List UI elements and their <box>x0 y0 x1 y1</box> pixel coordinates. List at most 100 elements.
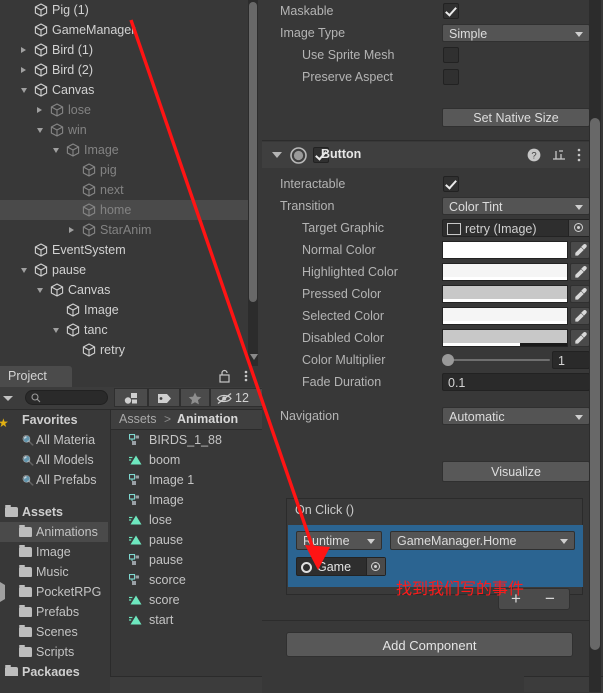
hierarchy-item-gamemanager[interactable]: GameManager <box>0 20 248 40</box>
asset-item[interactable]: Image <box>111 490 262 510</box>
kebab-menu-icon[interactable] <box>240 369 252 383</box>
on-click-runtime-mode-dropdown[interactable]: Runtime <box>296 531 382 550</box>
asset-list[interactable]: BIRDS_1_88 boom Image 1 Image lose pause pause… <box>111 430 262 630</box>
on-click-object-field[interactable]: Game <box>296 557 386 576</box>
button-color-multiplier-slider-knob[interactable] <box>442 354 454 366</box>
add-component-button[interactable]: Add Component <box>286 632 573 657</box>
button-highlighted-color-color-field[interactable] <box>442 263 568 281</box>
object-picker-icon[interactable] <box>568 220 589 236</box>
asset-item[interactable]: start <box>111 610 262 630</box>
inspector-scrollbar[interactable] <box>589 0 601 692</box>
project-tree-item-prefabs[interactable]: Prefabs <box>0 602 108 622</box>
project-tree-item-scenes[interactable]: Scenes <box>0 622 108 642</box>
project-tree-item-all-prefabs[interactable]: 🔍 All Prefabs <box>0 470 108 490</box>
hierarchy-item-canvas[interactable]: Canvas <box>0 80 248 100</box>
project-tree-item-scripts[interactable]: Scripts <box>0 642 108 662</box>
hierarchy-item-eventsystem[interactable]: EventSystem <box>0 240 248 260</box>
hierarchy-item-pig[interactable]: pig <box>0 160 248 180</box>
eyedropper-icon[interactable] <box>570 307 590 325</box>
preset-icon[interactable] <box>552 148 566 162</box>
hierarchy-scroll-down-icon[interactable] <box>248 350 260 364</box>
search-input[interactable] <box>25 390 108 405</box>
foldout-open-icon[interactable] <box>52 320 63 340</box>
hierarchy-panel[interactable]: Pig (1) GameManager Bird (1) Bird (2) Canvas… <box>0 0 262 366</box>
image-use-sprite-mesh-checkbox[interactable] <box>443 47 459 63</box>
hierarchy-item-image[interactable]: Image <box>0 140 248 160</box>
project-tree-item-favorites[interactable]: ★ Favorites <box>0 410 108 430</box>
eyedropper-icon[interactable] <box>570 241 590 259</box>
hierarchy-item-bird-2[interactable]: Bird (2) <box>0 60 248 80</box>
lock-icon[interactable] <box>218 369 231 383</box>
project-asset-pane[interactable]: Assets > Animation BIRDS_1_88 boom Image 1… <box>110 410 262 692</box>
project-tree-item-music[interactable]: Music <box>0 562 108 582</box>
project-folder-tree[interactable]: ★ Favorites 🔍 All Materia 🔍 All Models 🔍 All Pr… <box>0 410 108 692</box>
breadcrumb-assets[interactable]: Assets <box>119 412 157 426</box>
asset-item[interactable]: boom <box>111 450 262 470</box>
button-pressed-color-color-field[interactable] <box>442 285 568 303</box>
filter-by-label-button[interactable] <box>148 388 180 407</box>
button-component-header[interactable]: Button ? <box>262 142 590 168</box>
foldout-closed-icon[interactable] <box>68 220 79 240</box>
image-maskable-checkbox[interactable] <box>443 3 459 19</box>
asset-item[interactable]: Image 1 <box>111 470 262 490</box>
eyedropper-icon[interactable] <box>570 285 590 303</box>
set-native-size-button[interactable]: Set Native Size <box>442 108 590 127</box>
button-component-rows[interactable]: Interactable Transition Color Tint Target G… <box>262 173 590 427</box>
kebab-menu-icon[interactable] <box>574 147 584 163</box>
foldout-open-icon[interactable] <box>36 280 47 300</box>
project-tree-item-image[interactable]: Image <box>0 542 108 562</box>
hierarchy-list[interactable]: Pig (1) GameManager Bird (1) Bird (2) Canvas… <box>0 0 248 360</box>
project-tree-item-all-models[interactable]: 🔍 All Models <box>0 450 108 470</box>
image-preserve-aspect-checkbox[interactable] <box>443 69 459 85</box>
hierarchy-item-pause[interactable]: pause <box>0 260 248 280</box>
hierarchy-item-bird-1[interactable]: Bird (1) <box>0 40 248 60</box>
button-disabled-color-color-field[interactable] <box>442 329 568 347</box>
foldout-open-icon[interactable] <box>271 150 283 160</box>
hierarchy-scrollbar[interactable] <box>248 0 258 366</box>
button-color-multiplier-slider-track[interactable] <box>444 359 550 361</box>
foldout-closed-icon[interactable] <box>20 40 31 60</box>
chevron-down-icon[interactable] <box>2 394 14 402</box>
hierarchy-item-image[interactable]: Image <box>0 300 248 320</box>
hierarchy-item-pig-1[interactable]: Pig (1) <box>0 0 248 20</box>
tab-project[interactable]: Project <box>0 366 72 387</box>
button-navigation-dropdown[interactable]: Automatic <box>442 407 590 425</box>
hierarchy-scrollbar-thumb[interactable] <box>249 2 257 302</box>
project-toolbar[interactable]: 12 <box>0 387 262 410</box>
image-image-type-dropdown[interactable]: Simple <box>442 24 590 42</box>
eyedropper-icon[interactable] <box>570 329 590 347</box>
button-selected-color-color-field[interactable] <box>442 307 568 325</box>
asset-item[interactable]: pause <box>111 530 262 550</box>
asset-item[interactable]: BIRDS_1_88 <box>111 430 262 450</box>
help-icon[interactable]: ? <box>527 148 541 162</box>
project-tree-item-assets[interactable]: Assets <box>0 502 108 522</box>
eyedropper-icon[interactable] <box>570 263 590 281</box>
button-fade-duration-value-field[interactable]: 0.1 <box>442 373 590 391</box>
on-click-function-dropdown[interactable]: GameManager.Home <box>390 531 575 550</box>
button-transition-dropdown[interactable]: Color Tint <box>442 197 590 215</box>
on-click-remove-button[interactable]: − <box>545 589 555 609</box>
filter-by-type-button[interactable] <box>114 388 148 407</box>
hierarchy-item-staranim[interactable]: StarAnim <box>0 220 248 240</box>
foldout-open-icon[interactable] <box>20 260 31 280</box>
image-component-rows[interactable]: Maskable Image Type Simple Use Sprite Mesh P… <box>262 0 590 88</box>
asset-item[interactable]: scorce <box>111 570 262 590</box>
hierarchy-item-win[interactable]: win <box>0 120 248 140</box>
object-picker-icon[interactable] <box>366 558 385 575</box>
project-tree-item-all-materia[interactable]: 🔍 All Materia <box>0 430 108 450</box>
visualize-button[interactable]: Visualize <box>442 461 590 482</box>
button-normal-color-color-field[interactable] <box>442 241 568 259</box>
asset-item[interactable]: lose <box>111 510 262 530</box>
foldout-closed-icon[interactable] <box>20 60 31 80</box>
inspector-scrollbar-thumb[interactable] <box>590 118 600 650</box>
foldout-open-icon[interactable] <box>52 140 63 160</box>
filter-favorites-button[interactable] <box>180 388 210 407</box>
asset-item[interactable]: pause <box>111 550 262 570</box>
asset-item[interactable]: score <box>111 590 262 610</box>
foldout-open-icon[interactable] <box>20 80 31 100</box>
hierarchy-item-canvas[interactable]: Canvas <box>0 280 248 300</box>
hierarchy-item-tanc[interactable]: tanc <box>0 320 248 340</box>
hierarchy-item-next[interactable]: next <box>0 180 248 200</box>
foldout-closed-icon[interactable] <box>36 100 47 120</box>
button-color-multiplier-value-field[interactable]: 1 <box>552 351 590 369</box>
